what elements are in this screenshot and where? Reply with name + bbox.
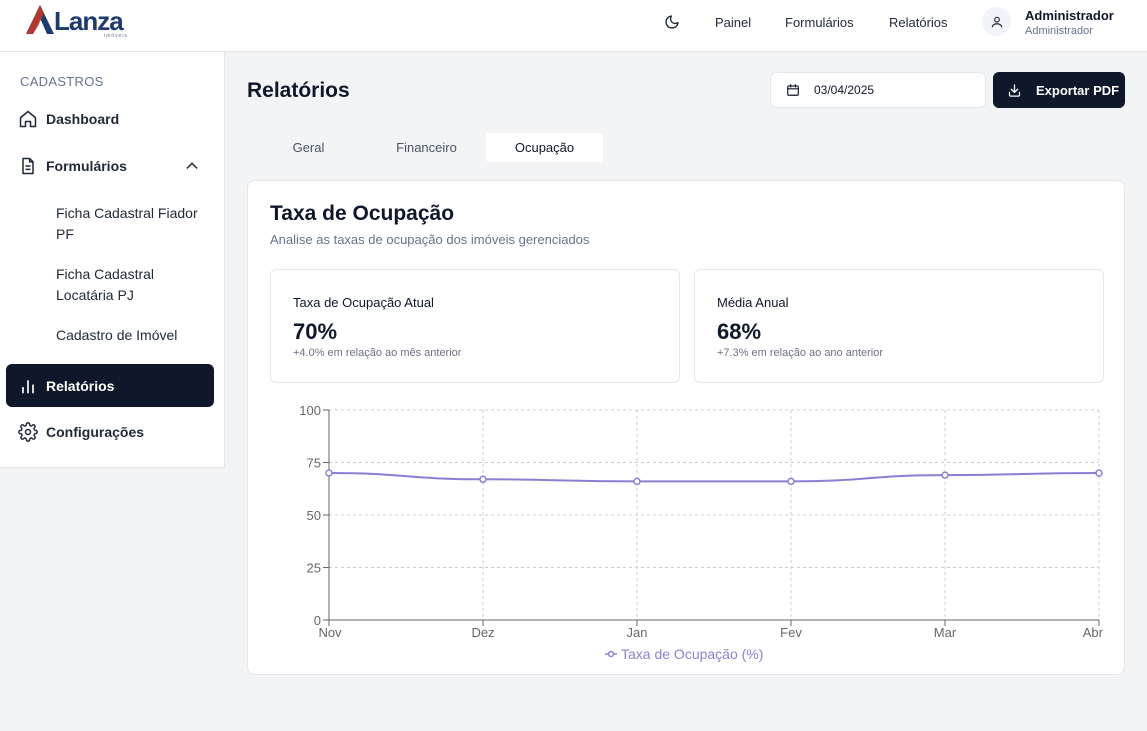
bar-chart-icon [22, 379, 34, 393]
nav-formularios[interactable]: Formulários [785, 15, 854, 30]
x-tick-label: Jan [627, 625, 648, 640]
legend-marker [607, 650, 615, 658]
moon-icon[interactable] [664, 14, 680, 30]
data-point [325, 469, 333, 477]
date-value: 03/04/2025 [814, 83, 875, 97]
sidebar-item-label: Configurações [46, 423, 145, 440]
x-tick-label: Fev [780, 625, 802, 640]
sidebar-subitem-locataria[interactable]: Ficha Cadastral Locatária PJ [56, 264, 206, 306]
data-point [787, 477, 795, 486]
avatar[interactable] [982, 7, 1011, 36]
tab-ocupacao[interactable]: Ocupação [486, 133, 603, 162]
sidebar: CADASTROS Dashboard Formulários Ficha Ca… [0, 52, 225, 468]
nav-relatorios[interactable]: Relatórios [889, 15, 948, 30]
x-tick-label: Nov [318, 625, 342, 640]
data-point [941, 471, 949, 479]
lanza-logo[interactable]: Lanza imóveis [22, 2, 127, 40]
nav-painel[interactable]: Painel [715, 15, 751, 30]
occupancy-line-chart: 0255075100Nov Dez Jan Fev Mar AbrTaxa de Ocup… [299, 403, 1104, 662]
calendar-icon [787, 84, 799, 96]
x-tick-label: Abr [1083, 625, 1104, 640]
sidebar-item-label: Formulários [46, 157, 127, 174]
sidebar-subitem-fiador[interactable]: Ficha Cadastral Fiador PF [56, 203, 206, 245]
report-tabs: Geral Financeiro Ocupação [250, 133, 603, 162]
date-picker[interactable]: 03/04/2025 [770, 72, 986, 108]
data-point [1095, 469, 1103, 477]
sidebar-item-label: Relatórios [46, 377, 115, 394]
sidebar-section-title: CADASTROS [20, 74, 104, 89]
download-icon [1008, 83, 1021, 97]
user-name: Administrador [1025, 8, 1114, 23]
sidebar-item-dashboard[interactable]: Dashboard [6, 97, 214, 140]
user-icon [991, 16, 1002, 27]
series-line [328, 472, 1100, 483]
y-tick-label: 100 [299, 403, 321, 418]
y-tick-label: 25 [307, 561, 321, 576]
x-tick-label: Dez [471, 625, 494, 640]
chevron-up-icon[interactable] [184, 158, 200, 174]
sidebar-item-label: Dashboard [46, 110, 120, 127]
logo-subtext: imóveis [104, 33, 128, 39]
sidebar-item-formularios[interactable]: Formulários [6, 144, 214, 187]
legend-label: Taxa de Ocupação (%) [621, 646, 763, 662]
y-tick-label: 50 [307, 508, 321, 523]
data-point [633, 477, 641, 486]
logo-icon [26, 5, 54, 34]
sidebar-subitem-imovel[interactable]: Cadastro de Imóvel [56, 325, 206, 346]
export-label: Exportar PDF [1036, 82, 1120, 98]
data-point [479, 475, 487, 484]
sidebar-item-relatorios[interactable]: Relatórios [6, 364, 214, 407]
file-icon [22, 157, 34, 174]
y-tick-label: 75 [307, 456, 321, 471]
sidebar-item-configuracoes[interactable]: Configurações [6, 410, 214, 453]
tab-geral[interactable]: Geral [250, 133, 367, 162]
page-title: Relatórios [247, 79, 350, 102]
top-navbar: Lanza imóveis Painel Formulários Relatór… [0, 0, 1147, 52]
x-tick-label: Mar [934, 625, 957, 640]
user-role: Administrador [1025, 25, 1093, 37]
gear-icon [18, 421, 38, 442]
export-pdf-button[interactable]: Exportar PDF [993, 72, 1125, 108]
home-icon [19, 110, 37, 127]
tab-financeiro[interactable]: Financeiro [368, 133, 485, 162]
occupancy-card: Taxa de Ocupação Analise as taxas de ocu… [247, 180, 1125, 675]
